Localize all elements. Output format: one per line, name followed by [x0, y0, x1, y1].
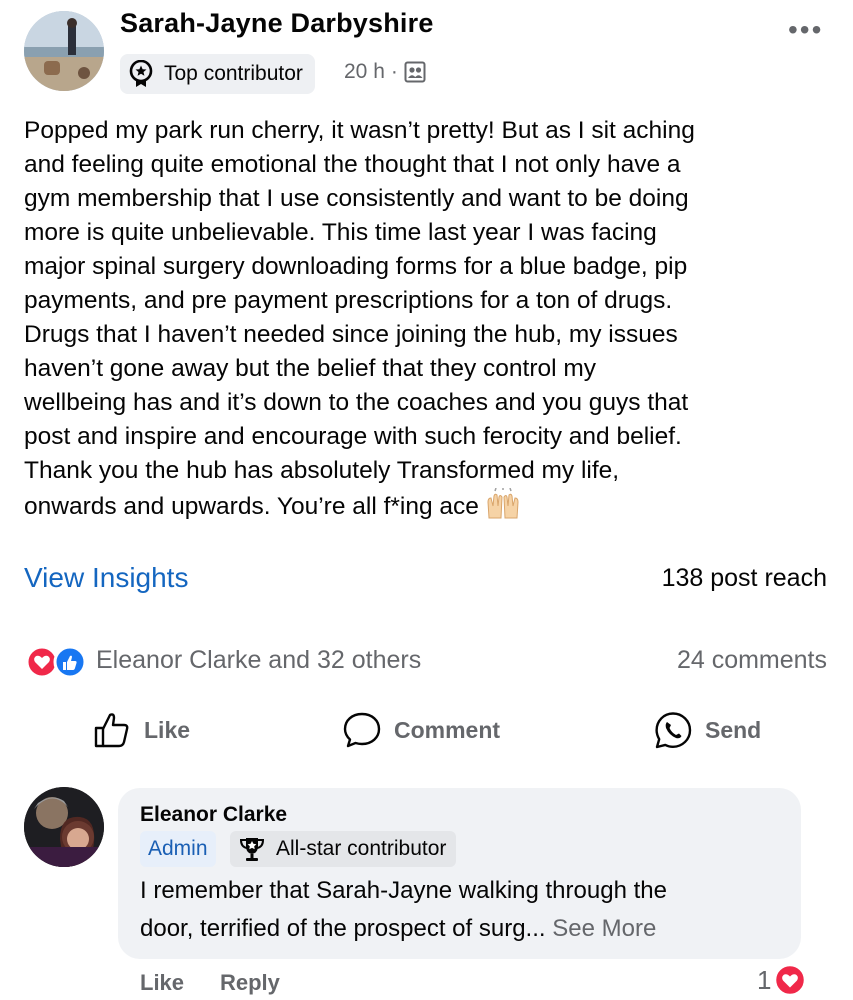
post-time[interactable]: 20 h	[344, 60, 385, 84]
like-button[interactable]: Like	[92, 710, 190, 750]
post-line: onwards and upwards. You’re all f*ing ac…	[24, 493, 479, 520]
admin-badge: Admin	[140, 831, 216, 867]
all-star-label: All-star contributor	[276, 837, 447, 860]
post-line: Thank you the hub has absolutely Transfo…	[24, 457, 620, 484]
comment-reply-button[interactable]: Reply	[220, 970, 280, 996]
thumbs-up-icon	[94, 713, 129, 748]
more-options-icon[interactable]: •••	[788, 14, 823, 46]
contributor-badge-icon	[129, 60, 153, 87]
post-line-last: onwards and upwards. You’re all f*ing ac…	[24, 487, 834, 530]
post-line: more is quite unbelievable. This time la…	[24, 219, 657, 246]
send-label: Send	[705, 716, 762, 743]
meta-separator: ·	[390, 60, 398, 83]
comment-icon	[343, 712, 381, 748]
all-star-contributor-badge[interactable]: All-star contributor	[230, 831, 457, 867]
comments-count[interactable]: 24 comments	[677, 646, 827, 675]
like-label: Like	[144, 716, 191, 743]
trophy-icon	[239, 838, 265, 861]
comment-reaction-count[interactable]: 1	[757, 963, 807, 997]
post-line: gym membership that I use consistently a…	[24, 185, 689, 212]
comment-line: door, terrified of the prospect of surg.…	[140, 915, 546, 942]
author-avatar[interactable]	[24, 11, 104, 91]
reaction-icons-graphic	[25, 645, 87, 679]
comment-reaction-number: 1	[757, 964, 772, 995]
post-reach: 138 post reach	[661, 564, 827, 592]
whatsapp-send-icon	[655, 712, 692, 749]
view-insights-link[interactable]: View Insights	[24, 562, 188, 594]
post-line: payments, and pre payment prescriptions …	[24, 287, 673, 314]
commenter-name[interactable]: Eleanor Clarke	[140, 803, 287, 827]
comment-like-button[interactable]: Like	[140, 970, 184, 996]
commenter-avatar[interactable]	[24, 787, 104, 867]
comment-label: Comment	[394, 716, 501, 743]
post-line: post and inspire and encourage with such…	[24, 423, 682, 450]
comment-line-2: door, terrified of the prospect of surg.…	[140, 910, 790, 948]
send-button[interactable]: Send	[653, 710, 761, 750]
post-body: Popped my park run cherry, it wasn’t pre…	[24, 114, 834, 530]
post-line: Drugs that I haven’t needed since joinin…	[24, 321, 678, 348]
post-line: wellbeing has and it’s down to the coach…	[24, 389, 689, 416]
post-line: and feeling quite emotional the thought …	[24, 151, 681, 178]
author-name[interactable]: Sarah-Jayne Darbyshire	[120, 8, 434, 39]
heart-reaction-icon	[774, 963, 807, 997]
post-line: haven’t gone away but the belief that th…	[24, 355, 597, 382]
post-meta: 20 h ·	[344, 60, 426, 84]
reaction-icons[interactable]	[24, 644, 90, 680]
see-more-link[interactable]: See More	[552, 915, 656, 942]
commenter-avatar-photo	[24, 787, 104, 867]
reactors-summary[interactable]: Eleanor Clarke and 32 others	[96, 646, 421, 675]
post-line: major spinal surgery downloading forms f…	[24, 253, 688, 280]
comment-text: I remember that Sarah-Jayne walking thro…	[140, 872, 790, 948]
comment-line: I remember that Sarah-Jayne walking thro…	[140, 877, 667, 904]
post-line: Popped my park run cherry, it wasn’t pre…	[24, 117, 695, 144]
raising-hands-icon	[485, 487, 521, 530]
author-avatar-photo	[24, 11, 104, 91]
group-audience-icon	[404, 61, 426, 83]
badge-label: Top contributor	[164, 62, 303, 85]
top-contributor-badge[interactable]: Top contributor	[120, 54, 315, 94]
comment-button[interactable]: Comment	[342, 710, 500, 750]
